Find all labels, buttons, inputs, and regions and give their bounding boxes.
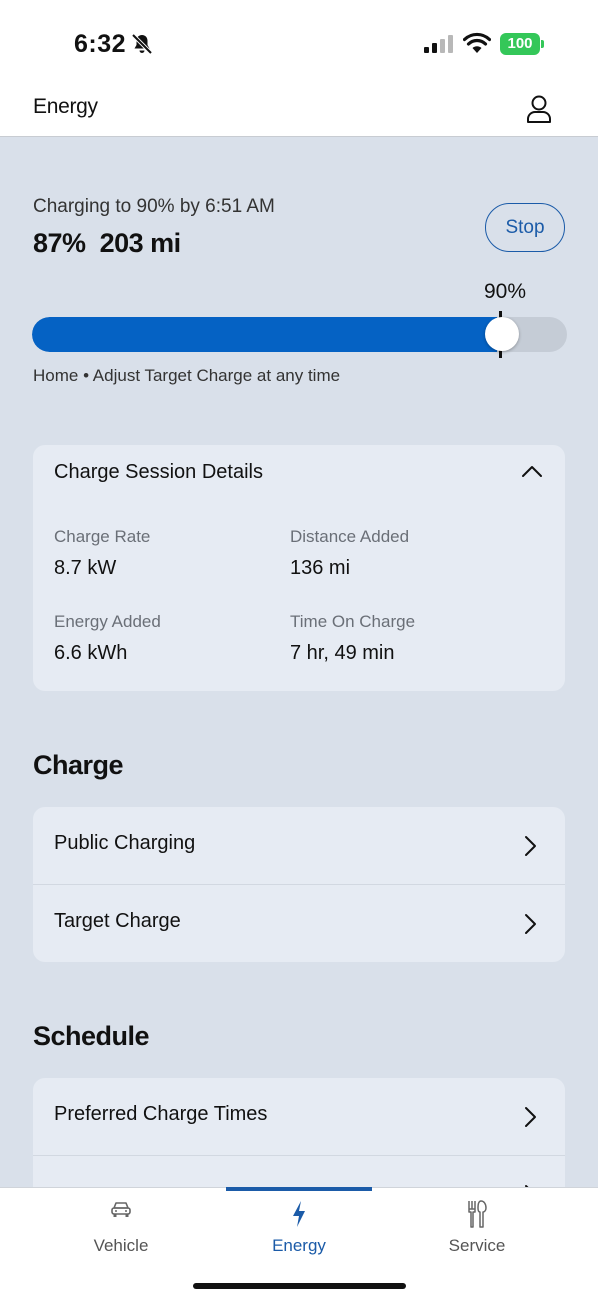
cellular-signal-icon — [424, 35, 453, 53]
charging-status-text: Charging to 90% by 6:51 AM — [33, 196, 275, 217]
status-bar: 6:32 100 — [0, 0, 598, 82]
stat-value-charge-rate: 8.7 kW — [54, 557, 117, 579]
list-item-public-charging[interactable]: Public Charging — [33, 807, 565, 885]
list-item-label: Target Charge — [54, 910, 181, 932]
range-value: 203 mi — [99, 228, 182, 258]
chevron-up-icon[interactable] — [521, 463, 543, 479]
charge-session-details-card: Charge Session Details Charge Rate 8.7 k… — [33, 445, 565, 691]
status-time: 6:32 — [74, 30, 127, 58]
app-header: Energy — [0, 82, 598, 137]
car-icon — [111, 1202, 131, 1217]
stat-value-distance-added: 136 mi — [290, 557, 351, 579]
tab-label: Service — [448, 1236, 506, 1255]
charge-summary: 87% 203 mi — [33, 228, 181, 259]
tab-energy[interactable]: Energy — [224, 1188, 374, 1268]
page-title: Energy — [33, 95, 98, 118]
stat-label-time-on-charge: Time On Charge — [290, 612, 416, 631]
battery-percent: 87% — [33, 228, 86, 258]
stat-label-energy-added: Energy Added — [54, 612, 161, 631]
target-charge-label: 90% — [484, 280, 527, 303]
list-item-target-charge[interactable]: Target Charge — [33, 885, 565, 962]
chevron-right-icon — [525, 1107, 536, 1127]
stat-value-energy-added: 6.6 kWh — [54, 642, 128, 664]
tab-label: Vehicle — [93, 1236, 149, 1255]
tab-vehicle[interactable]: Vehicle — [46, 1188, 196, 1268]
session-card-title: Charge Session Details — [54, 461, 263, 483]
home-indicator — [193, 1283, 406, 1289]
charge-location-caption: Home • Adjust Target Charge at any time — [33, 366, 341, 385]
battery-indicator: 100 — [500, 33, 544, 55]
charge-section-heading: Charge — [33, 750, 124, 780]
stat-label-distance-added: Distance Added — [290, 527, 410, 546]
battery-level: 100 — [500, 33, 540, 55]
chevron-right-icon — [525, 914, 536, 934]
bell-muted-icon — [131, 33, 153, 55]
list-item-preferred-charge-times[interactable]: Preferred Charge Times — [33, 1078, 565, 1156]
schedule-section-heading: Schedule — [33, 1021, 150, 1051]
charge-options-list: Public Charging Target Charge — [33, 807, 565, 962]
bottom-nav: Vehicle Energy Service — [0, 1187, 598, 1300]
list-item-label: Public Charging — [54, 832, 196, 854]
lightning-icon — [293, 1201, 305, 1227]
list-item-label: Preferred Charge Times — [54, 1103, 268, 1125]
stat-value-time-on-charge: 7 hr, 49 min — [290, 642, 395, 664]
tools-icon — [468, 1200, 487, 1228]
profile-icon[interactable] — [525, 94, 553, 124]
chevron-right-icon — [525, 836, 536, 856]
charge-progress-fill — [32, 317, 497, 352]
wifi-icon — [463, 32, 491, 53]
stat-label-charge-rate: Charge Rate — [54, 527, 151, 546]
target-charge-slider-thumb[interactable] — [485, 317, 519, 351]
stop-charging-button[interactable]: Stop — [485, 203, 565, 252]
tab-service[interactable]: Service — [402, 1188, 552, 1268]
tab-label: Energy — [272, 1236, 326, 1255]
battery-tip — [541, 40, 544, 48]
